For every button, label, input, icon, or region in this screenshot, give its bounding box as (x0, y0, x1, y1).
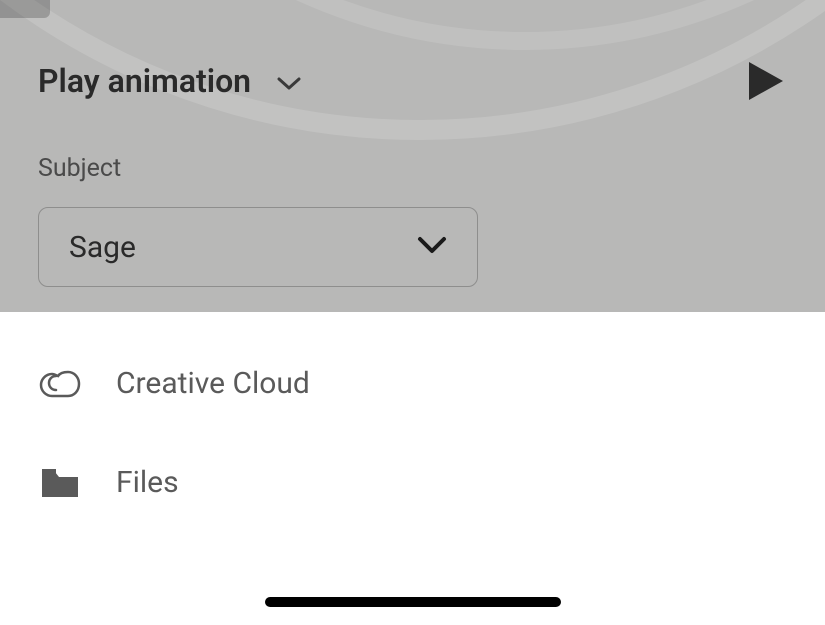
file-source-sheet: Creative Cloud Files (0, 312, 825, 500)
subject-dropdown[interactable]: Sage (38, 207, 478, 287)
folder-icon (38, 467, 82, 499)
files-option[interactable]: Files (38, 465, 787, 500)
chevron-down-icon (277, 77, 301, 91)
play-icon[interactable] (745, 60, 787, 102)
menu-item-label: Files (116, 465, 179, 500)
subject-label: Subject (38, 154, 787, 183)
creative-cloud-option[interactable]: Creative Cloud (38, 366, 787, 401)
play-animation-title: Play animation (38, 62, 251, 100)
chevron-down-icon (417, 236, 447, 258)
subject-dropdown-value: Sage (69, 230, 136, 265)
play-animation-toggle[interactable]: Play animation (38, 62, 301, 100)
menu-item-label: Creative Cloud (116, 366, 310, 401)
creative-cloud-icon (38, 368, 82, 400)
animation-panel: Play animation Subject Sage (0, 0, 825, 312)
home-indicator[interactable] (265, 597, 561, 607)
